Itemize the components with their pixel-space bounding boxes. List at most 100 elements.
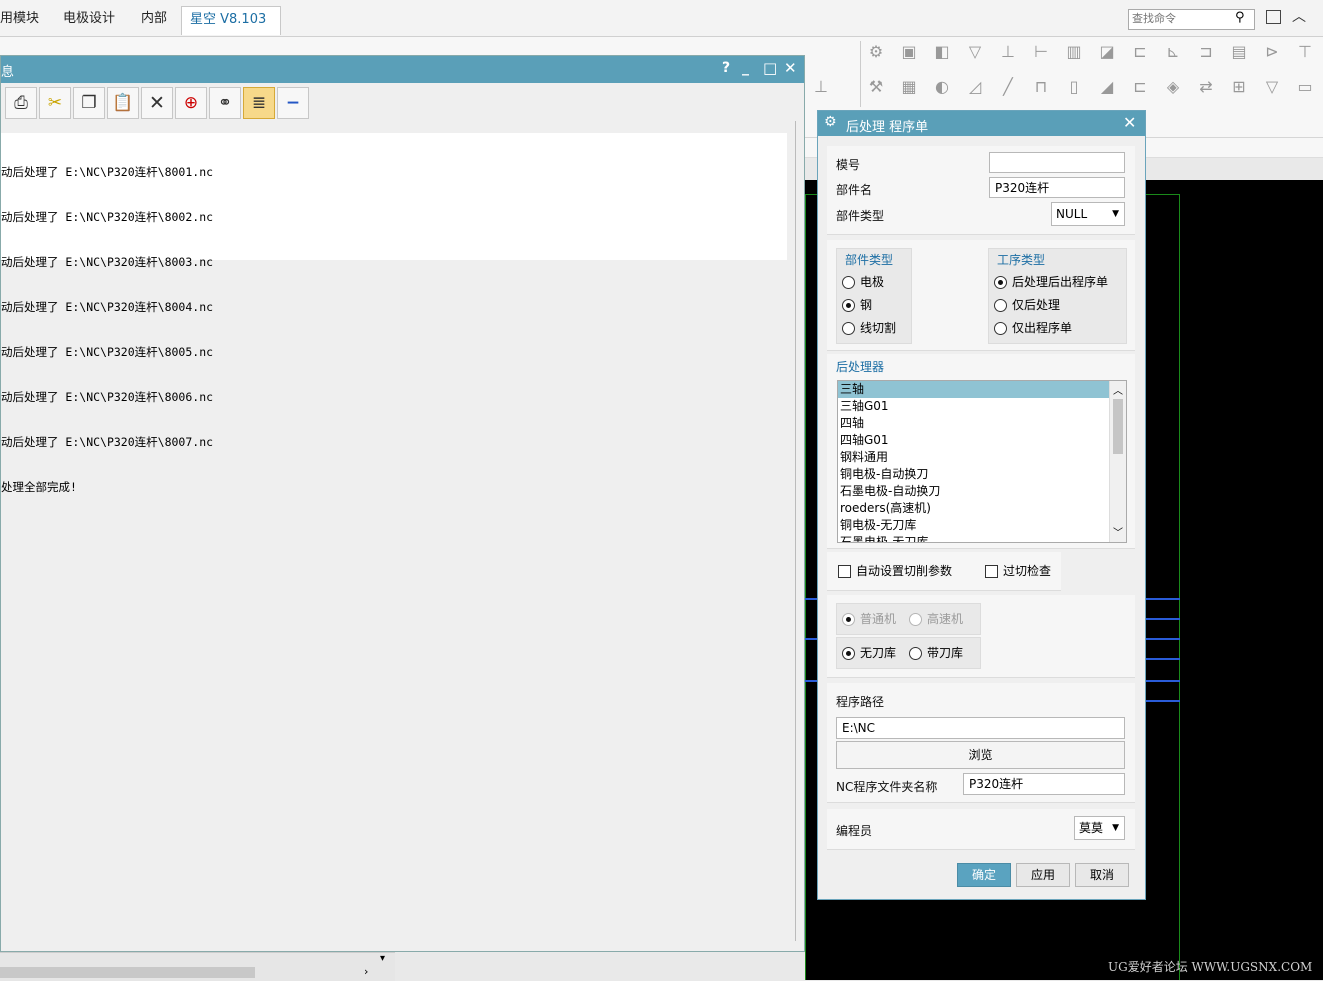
paste-icon[interactable]: 📋	[107, 87, 139, 119]
info-scrollbar[interactable]	[795, 121, 796, 941]
tab-application-modules[interactable]: 用模块	[0, 6, 47, 34]
tool-icon[interactable]: ╱	[997, 76, 1019, 98]
print-icon[interactable]: ⎙	[5, 87, 37, 119]
tab-internal[interactable]: 内部	[133, 6, 175, 34]
list-item[interactable]: 三轴G01	[838, 398, 1126, 415]
list-item[interactable]: roeders(高速机)	[838, 500, 1126, 517]
chevron-down-icon[interactable]: ﹀	[1113, 524, 1123, 539]
tool-icon[interactable]: ⊏	[1129, 76, 1151, 98]
tool-icon[interactable]: ▤	[1228, 41, 1250, 63]
table-line	[1145, 700, 1180, 702]
command-search-input[interactable]	[1129, 10, 1235, 27]
chevron-down-icon: ▼	[1112, 209, 1119, 219]
apply-button[interactable]: 应用	[1016, 863, 1070, 887]
tool-icon[interactable]: ▣	[898, 41, 920, 63]
tool-icon[interactable]: ⊤	[1294, 41, 1316, 63]
programmer-select[interactable]: 莫莫 ▼	[1074, 816, 1125, 840]
part-type-select[interactable]: NULL ▼	[1051, 202, 1125, 226]
tool-icon[interactable]: ▥	[1063, 41, 1085, 63]
tool-icon[interactable]: ◐	[931, 76, 953, 98]
tool-icon[interactable]: ⊥	[997, 41, 1019, 63]
minimize-button[interactable]: _	[742, 60, 749, 76]
radio-steel[interactable]: 钢	[842, 296, 872, 314]
tool-icon[interactable]: ◿	[964, 76, 986, 98]
scrollbar-thumb[interactable]	[0, 967, 255, 978]
radio-normal-machine[interactable]: 普通机	[842, 610, 896, 628]
list-item[interactable]: 铜电极-无刀库	[838, 517, 1126, 534]
chevron-down-icon[interactable]: ▾	[380, 953, 385, 964]
list-item[interactable]: 钢料通用	[838, 449, 1126, 466]
help-button[interactable]: ?	[722, 60, 730, 76]
ok-button[interactable]: 确定	[957, 863, 1011, 887]
chevron-up-icon[interactable]: ︿	[1292, 6, 1306, 26]
search-icon[interactable]: ⚲	[1235, 10, 1245, 25]
process-type-group-title: 工序类型	[997, 253, 1046, 267]
tool-icon[interactable]: ⇄	[1195, 76, 1217, 98]
list-scrollbar[interactable]: ︿ ﹀	[1109, 381, 1126, 542]
radio-electrode[interactable]: 电极	[842, 273, 884, 291]
tool-icon[interactable]: ◈	[1162, 76, 1184, 98]
magazine-group: 无刀库 带刀库	[836, 637, 981, 669]
info-line: 动后处理了 E:\NC\P320连杆\8004.nc	[1, 300, 214, 314]
tool-icon[interactable]: ◢	[1096, 76, 1118, 98]
list-item[interactable]: 石墨电极-无刀库	[838, 534, 1126, 542]
info-output-text[interactable]: 动后处理了 E:\NC\P320连杆\8001.nc 动后处理了 E:\NC\P…	[1, 133, 787, 494]
tool-icon[interactable]: ⊐	[1195, 41, 1217, 63]
chevron-right-icon[interactable]: ›	[364, 965, 368, 978]
tool-icon[interactable]: ⚒	[865, 76, 887, 98]
horizontal-scrollbar[interactable]: › ▾	[0, 952, 395, 981]
part-name-field[interactable]: P320连杆	[989, 177, 1125, 198]
target-icon[interactable]: ⊕	[175, 87, 207, 119]
copy-icon[interactable]: ❐	[73, 87, 105, 119]
tool-icon[interactable]: ⊥	[810, 76, 832, 98]
radio-high-speed-machine[interactable]: 高速机	[909, 610, 963, 628]
tool-icon[interactable]: ▽	[1261, 76, 1283, 98]
radio-no-magazine[interactable]: 无刀库	[842, 644, 896, 662]
wrap-text-icon[interactable]: ≣	[243, 87, 275, 119]
auto-params-checkbox[interactable]: 自动设置切削参数	[838, 562, 952, 580]
command-search[interactable]: ⚲	[1128, 9, 1255, 30]
cancel-button[interactable]: 取消	[1075, 863, 1129, 887]
tool-icon[interactable]: ⊞	[1228, 76, 1250, 98]
tool-icon[interactable]: ⊏	[1129, 41, 1151, 63]
tool-icon[interactable]: ⚙	[865, 41, 887, 63]
radio-wire-cut[interactable]: 线切割	[842, 319, 896, 337]
maximize-button[interactable]: □	[763, 59, 777, 77]
list-item[interactable]: 三轴	[838, 381, 1126, 398]
tool-icon[interactable]: ◪	[1096, 41, 1118, 63]
tool-icon[interactable]: ▽	[964, 41, 986, 63]
radio-post-only[interactable]: 仅后处理	[994, 296, 1060, 314]
tool-icon[interactable]: ▦	[898, 76, 920, 98]
program-path-field[interactable]: E:\NC	[836, 717, 1125, 739]
ribbon-display-icon[interactable]	[1266, 10, 1281, 24]
tool-icon[interactable]: ⊓	[1030, 76, 1052, 98]
delete-icon[interactable]: ✕	[141, 87, 173, 119]
list-item[interactable]: 四轴	[838, 415, 1126, 432]
list-item[interactable]: 石墨电极-自动换刀	[838, 483, 1126, 500]
close-button[interactable]: ✕	[784, 59, 797, 77]
list-item[interactable]: 铜电极-自动换刀	[838, 466, 1126, 483]
tool-icon[interactable]: ◧	[931, 41, 953, 63]
tool-icon[interactable]: ⊢	[1030, 41, 1052, 63]
chevron-up-icon[interactable]: ︿	[1113, 382, 1123, 397]
radio-sheet-only[interactable]: 仅出程序单	[994, 319, 1072, 337]
list-item[interactable]: 四轴G01	[838, 432, 1126, 449]
tool-icon[interactable]: ▯	[1063, 76, 1085, 98]
nc-folder-field[interactable]: P320连杆	[963, 773, 1125, 795]
tool-icon[interactable]: ⊳	[1261, 41, 1283, 63]
radio-with-magazine[interactable]: 带刀库	[909, 644, 963, 662]
dialog-close-button[interactable]: ✕	[1123, 113, 1136, 132]
tab-xingkong[interactable]: 星空 V8.103	[181, 6, 281, 35]
tool-icon[interactable]: ▭	[1294, 76, 1316, 98]
binoculars-icon[interactable]: ⚭	[209, 87, 241, 119]
postprocessor-list[interactable]: 三轴 三轴G01 四轴 四轴G01 钢料通用 铜电极-自动换刀 石墨电极-自动换…	[837, 380, 1127, 543]
radio-post-and-sheet[interactable]: 后处理后出程序单	[994, 273, 1108, 291]
scrollbar-thumb[interactable]	[1113, 399, 1123, 454]
mold-no-field[interactable]	[989, 152, 1125, 173]
scissors-icon[interactable]: ✂	[39, 87, 71, 119]
gouge-check-checkbox[interactable]: 过切检查	[985, 562, 1051, 580]
minus-icon[interactable]: −	[277, 87, 309, 119]
browse-button[interactable]: 浏览	[836, 741, 1125, 769]
tab-electrode-design[interactable]: 电极设计	[55, 6, 123, 34]
tool-icon[interactable]: ⊾	[1162, 41, 1184, 63]
